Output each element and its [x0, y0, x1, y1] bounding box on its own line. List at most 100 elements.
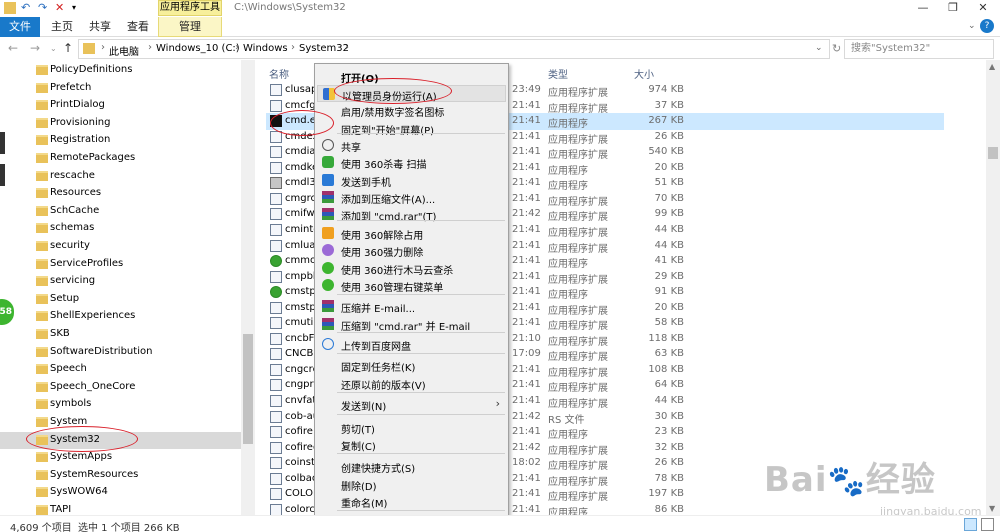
tab-view[interactable]: 查看: [118, 17, 158, 37]
tree-item-label: SchCache: [50, 204, 100, 216]
column-size-header[interactable]: 大小: [634, 66, 654, 81]
tab-home[interactable]: 主页: [42, 17, 82, 37]
context-menu-item[interactable]: 上传到百度网盘: [317, 336, 506, 353]
file-size: 108 KB: [648, 363, 684, 375]
shield-app-icon: [270, 177, 282, 190]
tree-item[interactable]: SchCache: [0, 203, 241, 220]
breadcrumb-this-pc[interactable]: 此电脑: [109, 43, 139, 58]
context-menu-item[interactable]: 使用 360管理右键菜单: [317, 277, 506, 294]
tree-item[interactable]: Speech_OneCore: [0, 379, 241, 396]
delete-icon[interactable]: ✕: [55, 2, 67, 14]
file-size: 26 KB: [654, 130, 684, 142]
dll-icon: [270, 192, 282, 205]
tab-file[interactable]: 文件: [0, 17, 40, 37]
context-menu-item[interactable]: 创建快捷方式(S): [317, 458, 506, 475]
tree-item[interactable]: System: [0, 414, 241, 431]
tab-manage[interactable]: 管理: [158, 17, 222, 37]
context-menu-item[interactable]: 添加到压缩文件(A)...: [317, 189, 506, 206]
context-menu-item[interactable]: 固定到任务栏(K): [317, 357, 506, 374]
annotation-oval-cmd: [270, 110, 334, 136]
back-icon[interactable]: ←: [8, 41, 18, 55]
context-menu-item[interactable]: 剪切(T): [317, 419, 506, 436]
nav-scrollbar-thumb[interactable]: [243, 334, 253, 444]
context-menu-item[interactable]: 固定到"开始"屏幕(P): [317, 120, 506, 137]
file-size: 99 KB: [654, 208, 684, 220]
folder-icon: [36, 417, 48, 427]
folder-icon: [36, 311, 48, 322]
chevron-down-icon[interactable]: ⌄: [968, 21, 976, 31]
breadcrumb-drive[interactable]: Windows_10 (C:): [156, 43, 240, 54]
minimize-icon[interactable]: —: [908, 0, 938, 16]
nav-scrollbar[interactable]: [241, 60, 255, 515]
scroll-down-icon[interactable]: ▼: [989, 504, 995, 513]
tree-item[interactable]: SystemApps: [0, 449, 241, 466]
tree-item[interactable]: Registration: [0, 132, 241, 149]
large-icons-view-icon[interactable]: [981, 518, 994, 531]
help-icon[interactable]: ?: [980, 19, 994, 33]
scroll-up-icon[interactable]: ▲: [989, 62, 995, 71]
tab-share[interactable]: 共享: [80, 17, 120, 37]
tree-item[interactable]: RemotePackages: [0, 150, 241, 167]
tree-item[interactable]: security: [0, 238, 241, 255]
tree-item[interactable]: ServiceProfiles: [0, 256, 241, 273]
context-menu-item[interactable]: 使用 360强力删除: [317, 242, 506, 259]
tree-item[interactable]: Speech: [0, 361, 241, 378]
context-menu-item[interactable]: 使用 360杀毒 扫描: [317, 154, 506, 171]
tree-item[interactable]: SoftwareDistribution: [0, 344, 241, 361]
file-list-scrollbar[interactable]: [986, 60, 1000, 515]
redo-icon[interactable]: ↷: [38, 2, 50, 14]
context-menu-item[interactable]: 使用 360进行木马云查杀: [317, 260, 506, 277]
tree-item[interactable]: SysWOW64: [0, 484, 241, 501]
context-menu: 打开(O) 以管理员身份运行(A) 启用/禁用数字签名图标 固定到"开始"屏幕(P) 共…: [314, 63, 509, 532]
context-menu-item[interactable]: 重命名(M): [317, 493, 506, 510]
context-menu-item[interactable]: 共享: [317, 137, 506, 154]
tree-item[interactable]: Prefetch: [0, 80, 241, 97]
column-name-header[interactable]: 名称: [269, 66, 289, 81]
tree-item[interactable]: rescache: [0, 168, 241, 185]
close-icon[interactable]: ✕: [968, 0, 998, 16]
context-menu-item[interactable]: 还原以前的版本(V): [317, 375, 506, 392]
search-input[interactable]: 搜索"System32": [844, 39, 994, 59]
tree-item[interactable]: servicing: [0, 273, 241, 290]
context-menu-item[interactable]: 启用/禁用数字签名图标: [317, 102, 506, 119]
column-type-header[interactable]: 类型: [548, 66, 568, 81]
restore-icon[interactable]: ❐: [938, 0, 968, 16]
context-menu-item[interactable]: 发送到(N) ›: [317, 396, 506, 413]
recent-chevron-icon[interactable]: ⌄: [50, 44, 57, 53]
dll-icon: [270, 84, 282, 96]
tree-item[interactable]: Provisioning: [0, 115, 241, 132]
tree-item[interactable]: ShellExperiences: [0, 308, 241, 325]
folder-icon: [36, 487, 48, 498]
breadcrumb-windows[interactable]: Windows: [243, 43, 288, 54]
file-size: 20 KB: [654, 301, 684, 313]
refresh-icon[interactable]: ↻: [832, 42, 841, 55]
forward-icon[interactable]: →: [30, 41, 40, 55]
file-modified-time: 21:41: [512, 503, 541, 515]
tree-item[interactable]: SystemResources: [0, 467, 241, 484]
file-modified-time: 21:10: [512, 332, 541, 344]
details-view-icon[interactable]: [964, 518, 977, 531]
context-menu-item[interactable]: 压缩并 E-mail...: [317, 298, 506, 315]
context-menu-item[interactable]: 删除(D): [317, 476, 506, 493]
undo-icon[interactable]: ↶: [21, 2, 33, 14]
address-dropdown-icon[interactable]: ⌄: [815, 43, 823, 53]
tree-item[interactable]: TAPI: [0, 502, 241, 515]
context-menu-item[interactable]: 复制(C): [317, 436, 506, 453]
breadcrumb-system32[interactable]: System32: [299, 43, 349, 54]
context-menu-item[interactable]: 发送到手机: [317, 172, 506, 189]
address-bar[interactable]: › 此电脑 › Windows_10 (C:) › Windows › Syst…: [78, 39, 830, 59]
folder-icon[interactable]: [4, 2, 16, 14]
tree-item[interactable]: Resources: [0, 185, 241, 202]
tree-item[interactable]: symbols: [0, 396, 241, 413]
customize-qa-icon[interactable]: ▾: [72, 2, 84, 14]
annotation-oval-run-as-admin: [334, 78, 452, 104]
tree-item[interactable]: Setup: [0, 291, 241, 308]
tree-item[interactable]: PrintDialog: [0, 97, 241, 114]
up-icon[interactable]: ↑: [63, 41, 73, 55]
tree-item[interactable]: schemas: [0, 220, 241, 237]
context-menu-item[interactable]: 压缩到 "cmd.rar" 并 E-mail: [317, 316, 506, 333]
file-list-scrollbar-thumb[interactable]: [988, 147, 998, 159]
context-menu-item[interactable]: 使用 360解除占用: [317, 225, 506, 242]
tree-item[interactable]: SKB: [0, 326, 241, 343]
tree-item[interactable]: PolicyDefinitions: [0, 62, 241, 79]
